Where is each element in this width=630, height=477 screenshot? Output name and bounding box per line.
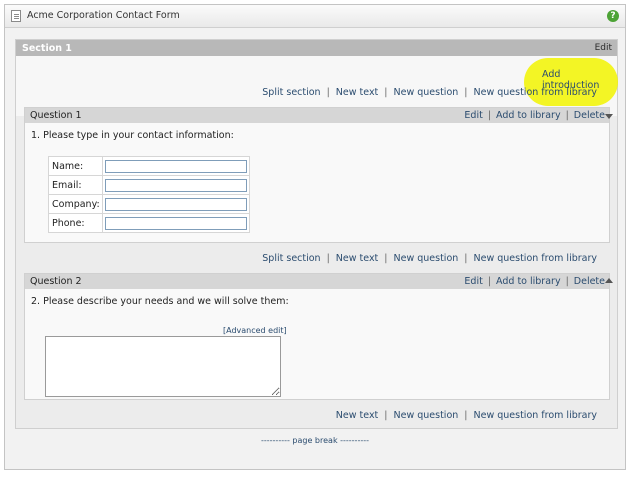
form-window: Acme Corporation Contact Form ? Section … (4, 4, 626, 470)
phone-input[interactable] (104, 216, 247, 230)
new-text-link[interactable]: New text (336, 87, 379, 98)
split-section-link[interactable]: Split section (262, 87, 320, 98)
table-row: Email: (48, 175, 250, 195)
separator: | (384, 87, 388, 98)
document-icon (11, 10, 21, 22)
section-1: Section 1 Edit Add introduction Split se… (15, 39, 618, 429)
new-text-link[interactable]: New text (336, 253, 379, 264)
question-text: 2. Please describe your needs and we wil… (31, 296, 289, 307)
field-label: Name: (48, 156, 103, 176)
question-header: Question 2 Edit | Add to library | Delete (25, 274, 609, 289)
new-question-link[interactable]: New question (394, 253, 459, 264)
separator: | (384, 410, 388, 421)
new-question-from-library-link[interactable]: New question from library (474, 410, 598, 421)
section-header: Section 1 Edit (16, 40, 617, 56)
question-header: Question 1 Edit | Add to library | Delete (25, 108, 609, 123)
delete-question-link[interactable]: Delete (574, 276, 605, 287)
question-actions: Edit | Add to library | Delete (464, 110, 605, 121)
new-text-link[interactable]: New text (336, 410, 379, 421)
section-toolbar-middle: Split section | New text | New question | New … (262, 253, 597, 264)
question-1: Question 1 Edit | Add to library | Delete 1.… (24, 107, 610, 243)
question-actions: Edit | Add to library | Delete (464, 276, 605, 287)
new-question-from-library-link[interactable]: New question from library (474, 87, 598, 98)
new-question-link[interactable]: New question (394, 87, 459, 98)
question-title: Question 1 (30, 110, 82, 121)
advanced-edit-link[interactable]: [Advanced edit] (223, 326, 287, 335)
separator: | (464, 410, 468, 421)
table-row: Name: (48, 156, 250, 176)
window-title: Acme Corporation Contact Form (27, 10, 180, 21)
edit-question-link[interactable]: Edit (464, 276, 482, 287)
separator: | (487, 110, 492, 121)
field-label: Email: (48, 175, 103, 195)
section-edit-link[interactable]: Edit (595, 43, 612, 53)
move-up-arrow-icon[interactable] (605, 278, 613, 283)
field-label: Phone: (48, 213, 103, 233)
name-input[interactable] (104, 159, 247, 173)
add-to-library-link[interactable]: Add to library (496, 276, 561, 287)
email-input[interactable] (104, 178, 247, 192)
separator: | (384, 253, 388, 264)
question-title: Question 2 (30, 276, 82, 287)
help-icon[interactable]: ? (607, 10, 619, 22)
question-text: 1. Please type in your contact informati… (31, 130, 234, 141)
new-question-from-library-link[interactable]: New question from library (474, 253, 598, 264)
separator: | (565, 110, 569, 121)
add-to-library-link[interactable]: Add to library (496, 110, 561, 121)
page-break-marker: ---------- page break ---------- (261, 436, 369, 445)
new-question-link[interactable]: New question (394, 410, 459, 421)
table-row: Phone: (48, 213, 250, 233)
question-2: Question 2 Edit | Add to library | Delete 2.… (24, 273, 610, 400)
table-row: Company: (48, 194, 250, 214)
separator: | (326, 253, 330, 264)
delete-question-link[interactable]: Delete (574, 110, 605, 121)
section-toolbar-bottom: New text | New question | New question from … (336, 410, 597, 421)
section-title: Section 1 (22, 43, 72, 54)
separator: | (464, 87, 468, 98)
separator: | (464, 253, 468, 264)
separator: | (565, 276, 569, 287)
title-bar: Acme Corporation Contact Form ? (5, 5, 625, 28)
company-input[interactable] (104, 197, 247, 211)
answer-textarea[interactable] (45, 336, 281, 397)
move-down-arrow-icon[interactable] (605, 114, 613, 119)
contact-info-table: Name: Email: Company: Phone: (48, 156, 250, 233)
edit-question-link[interactable]: Edit (464, 110, 482, 121)
split-section-link[interactable]: Split section (262, 253, 320, 264)
separator: | (326, 87, 330, 98)
separator: | (487, 276, 492, 287)
section-toolbar-top: Split section | New text | New question | New … (262, 87, 597, 98)
field-label: Company: (48, 194, 103, 214)
